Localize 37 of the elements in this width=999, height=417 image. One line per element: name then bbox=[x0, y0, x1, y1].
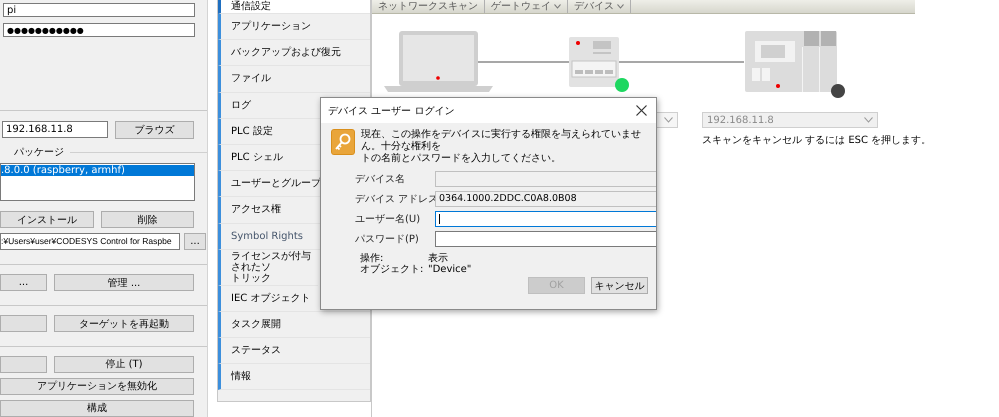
toolbar-menu[interactable]: ネットワークスキャン bbox=[372, 0, 485, 13]
close-icon[interactable] bbox=[636, 105, 647, 116]
key-icon bbox=[331, 129, 355, 155]
browse-path-button[interactable]: ... bbox=[184, 233, 206, 250]
group-title: パッケージ bbox=[14, 146, 64, 159]
chevron-icon bbox=[664, 117, 673, 123]
ip-address-field[interactable]: 192.168.11.8 bbox=[2, 121, 108, 138]
action-button[interactable]: 停止 (T) bbox=[54, 356, 194, 373]
info-value: "Device" bbox=[428, 264, 472, 275]
chevron-icon bbox=[864, 117, 873, 123]
input-field[interactable] bbox=[435, 231, 656, 247]
nav-tab[interactable]: 通信設定 bbox=[218, 0, 370, 14]
password-field[interactable]: ●●●●●●●●●●● bbox=[3, 22, 195, 37]
action-button[interactable]: 管理 ... bbox=[54, 274, 194, 292]
toolbar-menu[interactable]: ゲートウェイ bbox=[485, 0, 568, 13]
path-field[interactable]: :¥Users¥user¥CODESYS Control for Raspbe bbox=[0, 233, 180, 250]
install-button[interactable]: インストール bbox=[0, 211, 94, 228]
input-field[interactable] bbox=[435, 211, 656, 227]
cancel-button[interactable]: キャンセル bbox=[591, 277, 648, 294]
input-field: 0364.1000.2DDC.C0A8.0B08 bbox=[435, 191, 656, 207]
caret-icon bbox=[554, 4, 561, 9]
package-item[interactable]: .8.0.0 (raspberry, armhf) bbox=[1, 164, 194, 176]
laptop-icon bbox=[384, 31, 493, 92]
action-button[interactable]: アプリケーションを無効化 bbox=[0, 378, 194, 395]
scan-hint: スキャンをキャンセル するには ESC を押します。 bbox=[702, 134, 932, 147]
action-button[interactable]: 構成 bbox=[0, 400, 194, 417]
toolbar-menu[interactable]: デバイス bbox=[568, 0, 631, 13]
username-field[interactable]: pi bbox=[3, 3, 195, 17]
delete-button[interactable]: 削除 bbox=[100, 211, 194, 228]
gateway-icon bbox=[569, 37, 619, 87]
info-label: 操作: bbox=[360, 253, 384, 264]
info-value: 表示 bbox=[428, 253, 449, 264]
info-label: オブジェクト: bbox=[360, 264, 424, 275]
action-button[interactable]: ... bbox=[0, 274, 47, 292]
action-button[interactable]: ターゲットを再起動 bbox=[54, 315, 194, 332]
browse-button[interactable]: ブラウズ bbox=[115, 120, 194, 139]
caret-icon bbox=[617, 4, 624, 9]
